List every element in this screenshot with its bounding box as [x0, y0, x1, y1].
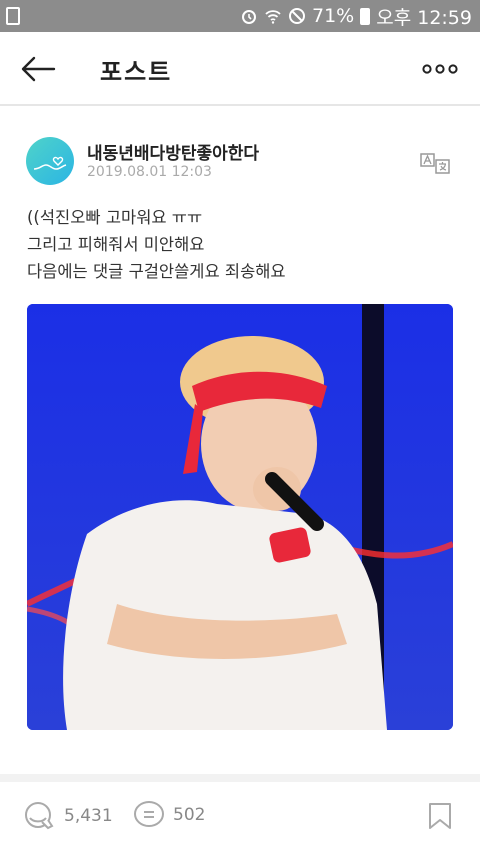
post-body: ((석진오빠 고마워요 ㅠㅠ 그리고 피해줘서 미안해요 다음에는 댓글 구걸안… — [27, 204, 457, 285]
comment-icon — [134, 801, 164, 827]
post-card: 내동년배다방탄좋아한다 2019.08.01 12:03 ((석진오빠 고마워요… — [0, 108, 480, 774]
status-bar: 71% 오후 12:59 — [0, 0, 480, 32]
do-not-disturb-icon — [289, 8, 305, 24]
bookmark-icon[interactable] — [428, 802, 452, 830]
back-arrow-icon[interactable] — [18, 52, 58, 86]
like-button[interactable]: 5,431 — [22, 800, 113, 832]
post-line: 다음에는 댓글 구걸안쓸게요 죄송해요 — [27, 262, 286, 281]
clock: 오후 12:59 — [376, 6, 472, 29]
alarm-icon — [242, 10, 256, 24]
author-name[interactable]: 내동년배다방탄좋아한다 — [87, 139, 259, 164]
photo-illustration — [27, 304, 453, 730]
post-line: 그리고 피해줘서 미안해요 — [27, 235, 205, 254]
post-date: 2019.08.01 12:03 — [87, 164, 212, 180]
page-title: 포스트 — [100, 58, 173, 86]
more-options-icon[interactable] — [422, 60, 458, 78]
battery-percent: 71% — [312, 5, 355, 27]
post-line: ((석진오빠 고마워요 ㅠㅠ — [27, 208, 203, 227]
notification-icon — [6, 7, 20, 25]
section-divider — [0, 774, 480, 782]
comment-count: 502 — [173, 805, 206, 825]
author-avatar[interactable] — [26, 137, 74, 185]
wifi-icon — [265, 10, 281, 24]
post-actions-bar: 5,431 502 — [0, 782, 480, 853]
post-photo[interactable] — [27, 304, 453, 730]
like-count: 5,431 — [64, 806, 113, 826]
avatar-heart-icon — [33, 156, 67, 170]
status-indicators: 71% 오후 12:59 — [240, 0, 472, 32]
sympathy-icon — [25, 802, 54, 830]
translate-icon[interactable] — [418, 150, 452, 176]
comment-button[interactable]: 502 — [133, 800, 205, 830]
battery-icon — [360, 7, 371, 25]
app-header: 포스트 — [0, 32, 480, 106]
